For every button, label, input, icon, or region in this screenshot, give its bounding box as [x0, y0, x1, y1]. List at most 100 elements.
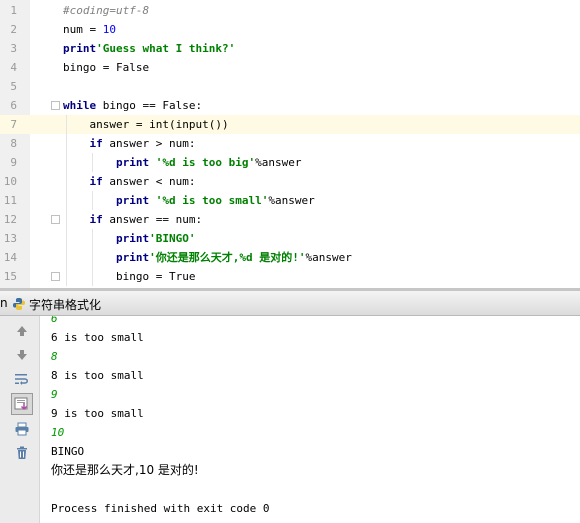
code-token: answer == num:	[102, 213, 203, 226]
line-number: 4	[10, 61, 17, 74]
line-number: 1	[10, 4, 17, 17]
console-output-line: BINGO	[51, 445, 85, 458]
up-arrow-icon[interactable]	[11, 320, 33, 342]
code-text: bingo = False	[63, 58, 149, 77]
code-line[interactable]: 5	[0, 77, 580, 96]
code-token: print	[115, 251, 150, 264]
code-token: answer < num:	[102, 175, 196, 188]
code-token: '你还是那么天才,%d 是对的!'	[149, 251, 306, 264]
code-token: answer > num:	[102, 137, 196, 150]
line-number: 7	[10, 118, 17, 131]
code-line[interactable]: 15 bingo = True	[0, 267, 580, 286]
run-config-title[interactable]: 字符串格式化	[29, 296, 101, 313]
code-text: print'Guess what I think?'	[63, 39, 235, 58]
code-text: if answer == num:	[63, 210, 203, 229]
indent-guide	[92, 191, 93, 210]
code-token: if	[89, 213, 103, 226]
console-input-line: 10	[51, 426, 65, 439]
line-number: 5	[10, 80, 17, 93]
line-number: 9	[10, 156, 17, 169]
code-token: bingo == False:	[96, 99, 203, 112]
code-line[interactable]: 7 answer = int(input())	[0, 115, 580, 134]
code-token: print	[115, 194, 150, 207]
line-number: 2	[10, 23, 17, 36]
code-line[interactable]: 14 print'你还是那么天才,%d 是对的!'%answer	[0, 248, 580, 267]
code-token: answer = int(input())	[63, 118, 229, 131]
code-text: while bingo == False:	[63, 96, 202, 115]
code-token: if	[89, 175, 103, 188]
code-text: answer = int(input())	[63, 115, 229, 134]
code-line[interactable]: 1 #coding=utf-8	[0, 1, 580, 20]
code-token: %answer	[305, 251, 352, 264]
console-input-line: 9	[51, 388, 58, 401]
code-line[interactable]: 9 print '%d is too big'%answer	[0, 153, 580, 172]
indent-guide	[66, 115, 67, 286]
code-text: print'BINGO'	[63, 229, 195, 248]
fold-marker-icon[interactable]	[51, 101, 60, 110]
code-line[interactable]: 10 if answer < num:	[0, 172, 580, 191]
code-token: %answer	[268, 194, 315, 207]
code-line[interactable]: 8 if answer > num:	[0, 134, 580, 153]
code-token: while	[63, 99, 97, 112]
trash-icon[interactable]	[11, 442, 33, 464]
code-line[interactable]: 4 bingo = False	[0, 58, 580, 77]
line-number: 11	[3, 194, 17, 207]
run-toolbar	[0, 316, 40, 523]
line-number: 15	[3, 270, 17, 283]
code-token: #coding=utf-8	[63, 4, 150, 17]
code-text: if answer < num:	[63, 172, 196, 191]
code-token: bingo = False	[63, 61, 150, 74]
run-panel-header: n 字符串格式化	[0, 291, 580, 316]
line-number: 3	[10, 42, 17, 55]
down-arrow-icon[interactable]	[11, 344, 33, 366]
code-text: print '%d is too big'%answer	[63, 153, 301, 172]
code-line[interactable]: 6 while bingo == False:	[0, 96, 580, 115]
fold-marker-icon[interactable]	[51, 215, 60, 224]
code-text: if answer > num:	[63, 134, 196, 153]
line-number: 6	[10, 99, 17, 112]
code-token: 10	[102, 23, 116, 36]
indent-guide	[92, 229, 93, 286]
console-output-line: 你还是那么天才,10 是对的!	[51, 463, 199, 477]
console-input-line: 6	[51, 316, 58, 325]
code-text: #coding=utf-8	[63, 1, 149, 20]
line-number: 13	[3, 232, 17, 245]
code-line[interactable]: 11 print '%d is too small'%answer	[0, 191, 580, 210]
scroll-to-end-icon[interactable]	[11, 393, 33, 415]
code-line[interactable]: 2 num = 10	[0, 20, 580, 39]
console-output[interactable]: 6 6 is too small 8 8 is too small 9 9 is too …	[40, 316, 580, 523]
code-token: print	[63, 42, 97, 55]
code-token: print	[115, 232, 150, 245]
line-number: 10	[3, 175, 17, 188]
code-editor[interactable]: 1 #coding=utf-8 2 num = 10 3 print'Guess what…	[0, 0, 580, 288]
code-text: print '%d is too small'%answer	[63, 191, 315, 210]
python-icon	[12, 296, 26, 310]
code-line[interactable]: 13 print'BINGO'	[0, 229, 580, 248]
code-token: 'Guess what I think?'	[96, 42, 236, 55]
console-output-line: 6 is too small	[51, 331, 144, 344]
console-output-line: 8 is too small	[51, 369, 144, 382]
code-text: bingo = True	[63, 267, 195, 286]
fold-marker-icon[interactable]	[51, 272, 60, 281]
code-token: 'BINGO'	[149, 232, 196, 245]
console-output-line: 9 is too small	[51, 407, 144, 420]
line-number: 8	[10, 137, 17, 150]
code-token: num =	[63, 23, 103, 36]
soft-wrap-icon[interactable]	[11, 368, 33, 390]
code-token: bingo = True	[63, 270, 196, 283]
code-token: '%d is too big'	[149, 156, 256, 169]
code-line[interactable]: 3 print'Guess what I think?'	[0, 39, 580, 58]
print-icon[interactable]	[11, 418, 33, 440]
code-token: if	[89, 137, 103, 150]
code-line[interactable]: 12 if answer == num:	[0, 210, 580, 229]
indent-guide	[92, 153, 93, 172]
line-number: 12	[3, 213, 17, 226]
console-output-line: Process finished with exit code 0	[51, 502, 270, 515]
console-input-line: 8	[51, 350, 58, 363]
code-token: '%d is too small'	[149, 194, 269, 207]
code-token: print	[115, 156, 150, 169]
